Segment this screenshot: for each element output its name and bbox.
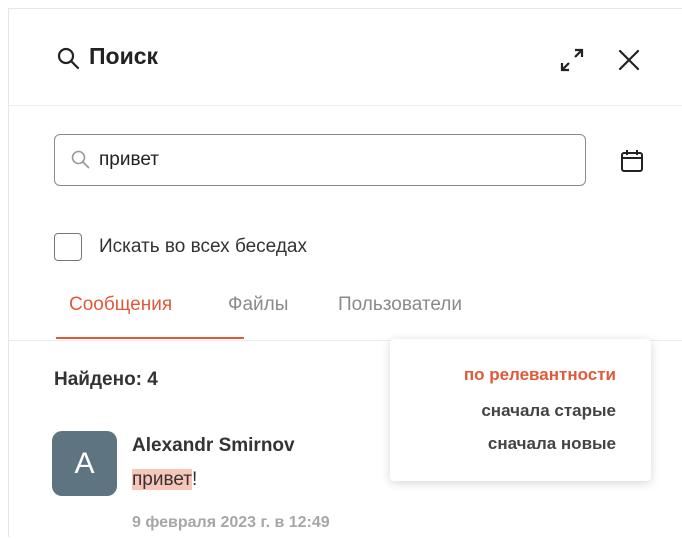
search-result-item[interactable]: A Alexandr Smirnov привет! 9 февраля 202… [52, 429, 392, 539]
search-highlight: привет [132, 469, 192, 490]
search-input[interactable] [99, 145, 569, 175]
sort-menu: по релевантности сначала старые сначала … [390, 339, 651, 481]
search-header: Поиск [9, 9, 682, 106]
active-tab-indicator [56, 337, 244, 339]
tab-users[interactable]: Пользователи [338, 294, 462, 316]
calendar-icon[interactable] [619, 148, 645, 174]
result-date: 9 февраля 2023 г. в 12:49 [132, 514, 330, 531]
sort-option-oldest[interactable]: сначала старые [481, 401, 616, 421]
sort-option-relevance[interactable]: по релевантности [464, 365, 616, 385]
results-count: Найдено: 4 [54, 369, 158, 390]
tab-files[interactable]: Файлы [228, 294, 288, 316]
avatar: A [52, 431, 117, 496]
expand-icon[interactable] [558, 46, 586, 74]
search-icon [57, 47, 80, 70]
result-message: привет! [132, 469, 197, 491]
search-panel: Поиск Искать во всех беседах Сообщения Ф… [8, 8, 682, 537]
close-icon[interactable] [616, 47, 642, 73]
search-field[interactable] [54, 134, 586, 186]
sort-option-newest[interactable]: сначала новые [488, 434, 616, 454]
result-message-rest: ! [192, 469, 198, 490]
search-all-chats-checkbox[interactable] [54, 233, 82, 261]
search-all-chats-label[interactable]: Искать во всех беседах [99, 236, 307, 258]
tab-messages[interactable]: Сообщения [69, 294, 172, 316]
panel-title: Поиск [89, 43, 159, 69]
search-field-icon [71, 150, 90, 169]
result-author: Alexandr Smirnov [132, 435, 295, 456]
